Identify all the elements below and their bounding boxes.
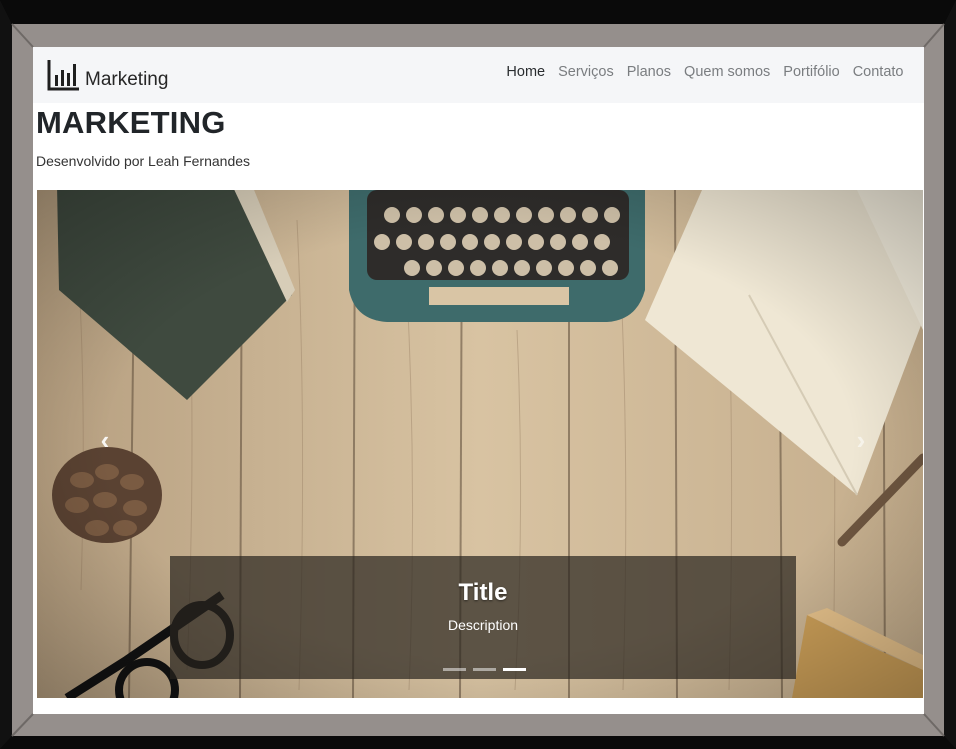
- image-carousel[interactable]: ‹ › Title Description: [37, 190, 923, 698]
- chevron-left-icon: ‹: [100, 424, 110, 455]
- nav-item-portifolio[interactable]: Portifólio: [777, 62, 846, 82]
- nav-menu: Home Serviços Planos Quem somos Portifól…: [500, 62, 910, 82]
- caption-description: Description: [447, 617, 519, 633]
- navbar: Marketing Home Serviços Planos Quem somo…: [33, 47, 924, 103]
- nav-item-servicos[interactable]: Serviços: [552, 62, 621, 82]
- brand-name: Marketing: [85, 69, 169, 90]
- page-subtitle: Desenvolvido por Leah Fernandes: [36, 153, 251, 169]
- chevron-right-icon: ›: [856, 424, 866, 455]
- carousel-next-button[interactable]: ›: [841, 420, 881, 460]
- brand-link[interactable]: Marketing: [47, 50, 168, 100]
- web-page: Marketing Home Serviços Planos Quem somo…: [33, 47, 924, 714]
- carousel-caption: Title Description: [170, 556, 796, 679]
- carousel-indicator-2[interactable]: [473, 668, 496, 671]
- page-title: MARKETING: [36, 105, 226, 140]
- carousel-prev-button[interactable]: ‹: [85, 420, 125, 460]
- carousel-indicator-1[interactable]: [443, 668, 466, 671]
- carousel-indicator-3[interactable]: [503, 668, 526, 671]
- nav-item-planos[interactable]: Planos: [620, 62, 677, 82]
- bar-chart-icon: [47, 60, 79, 91]
- carousel-indicators: [443, 668, 526, 671]
- nav-item-quem-somos[interactable]: Quem somos: [678, 62, 777, 82]
- caption-title: Title: [458, 579, 508, 606]
- nav-item-contato[interactable]: Contato: [846, 62, 910, 82]
- nav-item-home[interactable]: Home: [500, 62, 552, 82]
